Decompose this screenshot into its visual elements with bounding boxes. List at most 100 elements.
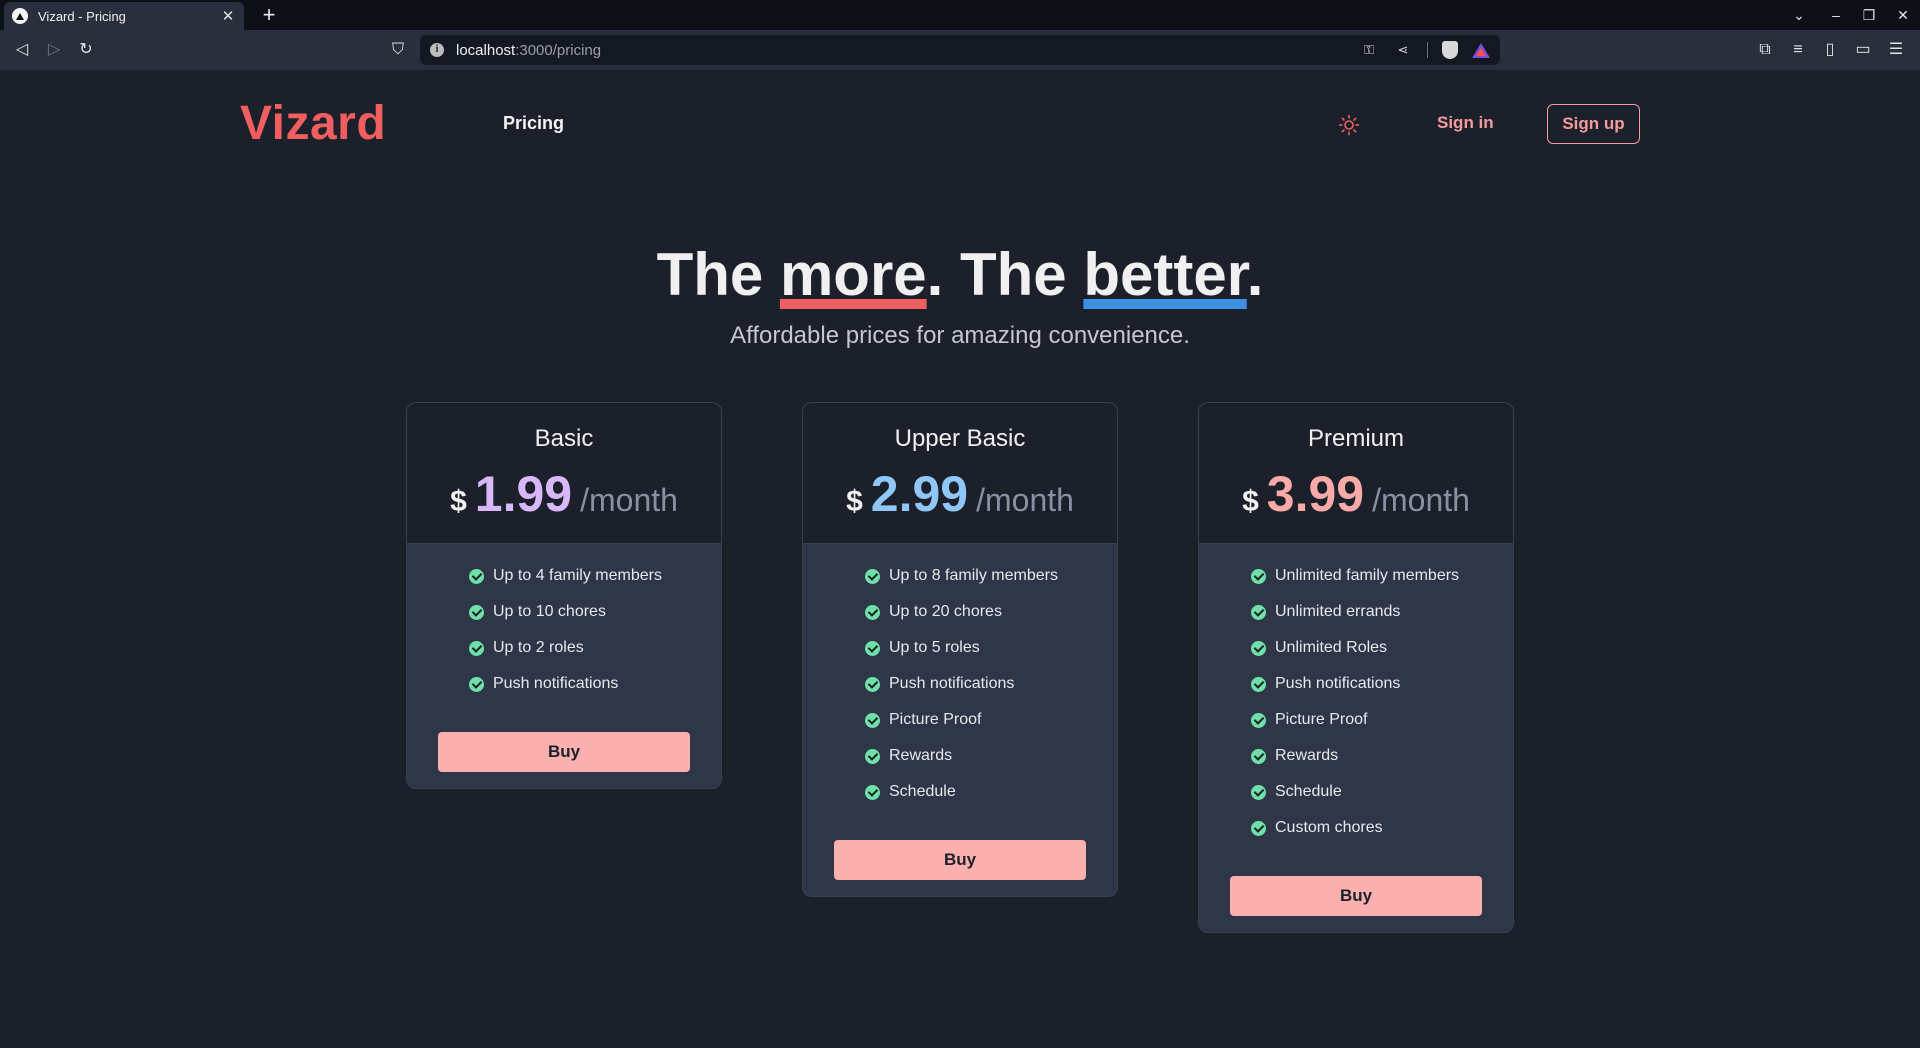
favicon-icon xyxy=(12,8,28,24)
close-tab-icon[interactable]: ✕ xyxy=(220,7,236,25)
reload-icon[interactable]: ↻ xyxy=(74,38,98,62)
feature-item: Rewards xyxy=(865,738,1117,774)
key-icon[interactable]: ⚿ xyxy=(1359,40,1379,60)
check-circle-icon xyxy=(1251,568,1266,584)
nav-link-pricing[interactable]: Pricing xyxy=(503,113,564,134)
check-circle-icon xyxy=(865,568,880,584)
feature-label: Up to 2 roles xyxy=(493,639,584,656)
hero-title-part: . The xyxy=(926,241,1084,308)
browser-tab-bar: Vizard - Pricing ✕ + ⌄ – ❐ ✕ xyxy=(0,0,1920,30)
check-circle-icon xyxy=(469,676,484,692)
check-circle-icon xyxy=(865,604,880,620)
price-currency: $ xyxy=(846,485,863,518)
price-period: /month xyxy=(580,482,678,518)
feature-label: Picture Proof xyxy=(1275,711,1368,728)
pricing-card-basic: Basic $ 1.99 /month Up to 4 family membe… xyxy=(406,402,722,789)
hero-title-part: . xyxy=(1246,241,1264,308)
feature-item: Push notifications xyxy=(1251,666,1513,702)
feature-label: Rewards xyxy=(889,747,953,764)
feature-label: Unlimited errands xyxy=(1275,603,1401,620)
address-bar[interactable]: i localhost:3000/pricing ⚿ ⋖ xyxy=(420,35,1500,65)
browser-tab[interactable]: Vizard - Pricing ✕ xyxy=(4,2,244,30)
feature-item: Up to 10 chores xyxy=(469,594,721,630)
feature-item: Unlimited errands xyxy=(1251,594,1513,630)
price-period: /month xyxy=(976,482,1074,518)
buy-button[interactable]: Buy xyxy=(438,732,690,772)
feature-item: Custom chores xyxy=(1251,810,1513,846)
playlist-icon[interactable]: ≡ xyxy=(1786,38,1810,62)
feature-item: Picture Proof xyxy=(865,702,1117,738)
check-circle-icon xyxy=(469,568,484,584)
feature-item: Up to 2 roles xyxy=(469,630,721,666)
bookmark-icon[interactable]: ⛉ xyxy=(386,38,410,62)
check-circle-icon xyxy=(1251,604,1266,620)
minimize-icon[interactable]: – xyxy=(1825,4,1847,26)
back-icon[interactable]: ◁ xyxy=(10,38,34,62)
url-host: localhost xyxy=(456,41,516,59)
forward-icon[interactable]: ▷ xyxy=(42,38,66,62)
logo[interactable]: Vizard xyxy=(240,96,386,151)
hero-title: The more. The better. xyxy=(0,240,1920,309)
feature-label: Custom chores xyxy=(1275,819,1383,836)
site-info-icon[interactable]: i xyxy=(430,43,444,57)
check-circle-icon xyxy=(1251,676,1266,692)
brave-shield-icon[interactable] xyxy=(1442,41,1458,59)
new-tab-button[interactable]: + xyxy=(256,2,282,28)
tab-title: Vizard - Pricing xyxy=(38,8,126,24)
menu-icon[interactable]: ☰ xyxy=(1884,38,1908,62)
feature-label: Push notifications xyxy=(1275,675,1401,692)
sign-in-link[interactable]: Sign in xyxy=(1437,113,1494,133)
check-circle-icon xyxy=(865,748,880,764)
wallet-icon[interactable]: ▭ xyxy=(1851,38,1875,62)
buy-button[interactable]: Buy xyxy=(834,840,1086,880)
check-circle-icon xyxy=(1251,640,1266,656)
check-circle-icon xyxy=(1251,748,1266,764)
pricing-card-premium: Premium $ 3.99 /month Unlimited family m… xyxy=(1198,402,1514,933)
price-row: $ 2.99 /month xyxy=(803,465,1117,523)
check-circle-icon xyxy=(865,784,880,800)
feature-item: Up to 5 roles xyxy=(865,630,1117,666)
sun-icon[interactable] xyxy=(1337,113,1361,137)
hero-highlight-more: more xyxy=(779,241,927,308)
price-amount: 1.99 xyxy=(474,466,573,522)
extensions-icon[interactable]: ⧉ xyxy=(1753,38,1777,62)
tab-list-chevron-icon[interactable]: ⌄ xyxy=(1788,4,1810,26)
feature-list: Up to 8 family members Up to 20 chores U… xyxy=(803,544,1117,810)
card-header: Upper Basic $ 2.99 /month xyxy=(803,403,1117,544)
feature-label: Unlimited family members xyxy=(1275,567,1460,584)
brave-rewards-icon[interactable] xyxy=(1472,42,1490,58)
url-path: :3000/pricing xyxy=(515,41,602,59)
divider xyxy=(1427,42,1428,58)
feature-label: Push notifications xyxy=(493,675,619,692)
feature-label: Up to 4 family members xyxy=(493,567,662,584)
feature-list: Unlimited family members Unlimited erran… xyxy=(1199,544,1513,846)
feature-item: Schedule xyxy=(865,774,1117,810)
buy-button[interactable]: Buy xyxy=(1230,876,1482,916)
feature-label: Up to 20 chores xyxy=(889,603,1002,620)
check-circle-icon xyxy=(865,676,880,692)
feature-item: Up to 20 chores xyxy=(865,594,1117,630)
check-circle-icon xyxy=(1251,820,1266,836)
close-window-icon[interactable]: ✕ xyxy=(1892,4,1914,26)
price-row: $ 1.99 /month xyxy=(407,465,721,523)
feature-label: Rewards xyxy=(1275,747,1339,764)
price-amount: 2.99 xyxy=(870,466,969,522)
feature-item: Unlimited family members xyxy=(1251,558,1513,594)
share-icon[interactable]: ⋖ xyxy=(1393,40,1413,60)
sign-up-button[interactable]: Sign up xyxy=(1547,104,1640,144)
feature-label: Up to 8 family members xyxy=(889,567,1058,584)
feature-label: Up to 10 chores xyxy=(493,603,606,620)
check-circle-icon xyxy=(1251,784,1266,800)
feature-item: Push notifications xyxy=(865,666,1117,702)
restore-icon[interactable]: ❐ xyxy=(1858,4,1880,26)
feature-item: Picture Proof xyxy=(1251,702,1513,738)
price-currency: $ xyxy=(450,485,467,518)
sidebar-icon[interactable]: ▯ xyxy=(1818,38,1842,62)
feature-list: Up to 4 family members Up to 10 chores U… xyxy=(407,544,721,702)
price-period: /month xyxy=(1372,482,1470,518)
